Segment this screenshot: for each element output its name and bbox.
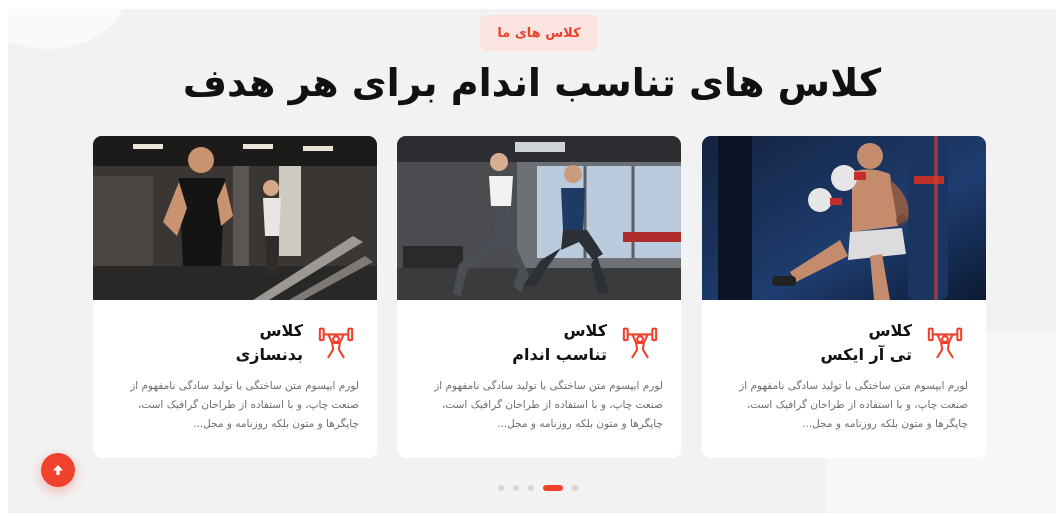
class-card-trx[interactable]: کلاس تی آر ایکس لورم ایپسوم متن ساختگی ب… xyxy=(702,136,986,458)
class-image-bodybuilding xyxy=(93,136,377,300)
card-header: کلاس بدنسازی xyxy=(236,319,355,367)
card-description: لورم ایپسوم متن ساختگی با تولید سادگی نا… xyxy=(130,380,359,430)
card-title-line2: بدنسازی xyxy=(235,345,303,364)
card-title-line2: تناسب اندام xyxy=(512,345,607,364)
weightlifter-icon xyxy=(622,327,658,359)
card-title: کلاس تناسب اندام xyxy=(512,319,607,367)
class-card-fitness[interactable]: کلاس تناسب اندام لورم ایپسوم متن ساختگی … xyxy=(397,136,681,458)
class-image-fitness xyxy=(397,136,681,300)
card-title: کلاس بدنسازی xyxy=(236,319,303,367)
carousel-dot[interactable] xyxy=(528,485,534,491)
carousel-dot[interactable] xyxy=(498,485,504,491)
card-header: کلاس تناسب اندام xyxy=(512,319,659,367)
scroll-to-top-button[interactable] xyxy=(41,453,75,487)
class-card-bodybuilding[interactable]: کلاس بدنسازی لورم ایپسوم متن ساختگی با ت… xyxy=(93,136,377,458)
class-image-trx xyxy=(702,136,986,300)
carousel-dot[interactable] xyxy=(513,485,519,491)
decorative-shape xyxy=(8,9,128,49)
section-title: کلاس های تناسب اندام برای هر هدف xyxy=(182,61,882,105)
arrow-up-icon xyxy=(53,465,63,475)
carousel-dot-active[interactable] xyxy=(543,485,563,491)
card-title-line2: تی آر ایکس xyxy=(820,345,912,364)
card-header: کلاس تی آر ایکس xyxy=(821,319,964,367)
carousel-dot[interactable] xyxy=(572,485,578,491)
card-description: لورم ایپسوم متن ساختگی با تولید سادگی نا… xyxy=(434,380,663,430)
weightlifter-icon xyxy=(318,327,354,359)
weightlifter-icon xyxy=(927,327,963,359)
card-title-line1: کلاس xyxy=(259,321,303,340)
carousel-pagination xyxy=(498,485,578,491)
section-badge: کلاس های ما xyxy=(480,15,598,51)
card-title-line1: کلاس xyxy=(868,321,912,340)
card-description: لورم ایپسوم متن ساختگی با تولید سادگی نا… xyxy=(739,380,968,430)
card-title-line1: کلاس xyxy=(563,321,607,340)
card-title: کلاس تی آر ایکس xyxy=(821,319,912,367)
classes-section: کلاس های ما کلاس های تناسب اندام برای هر… xyxy=(8,9,1056,513)
